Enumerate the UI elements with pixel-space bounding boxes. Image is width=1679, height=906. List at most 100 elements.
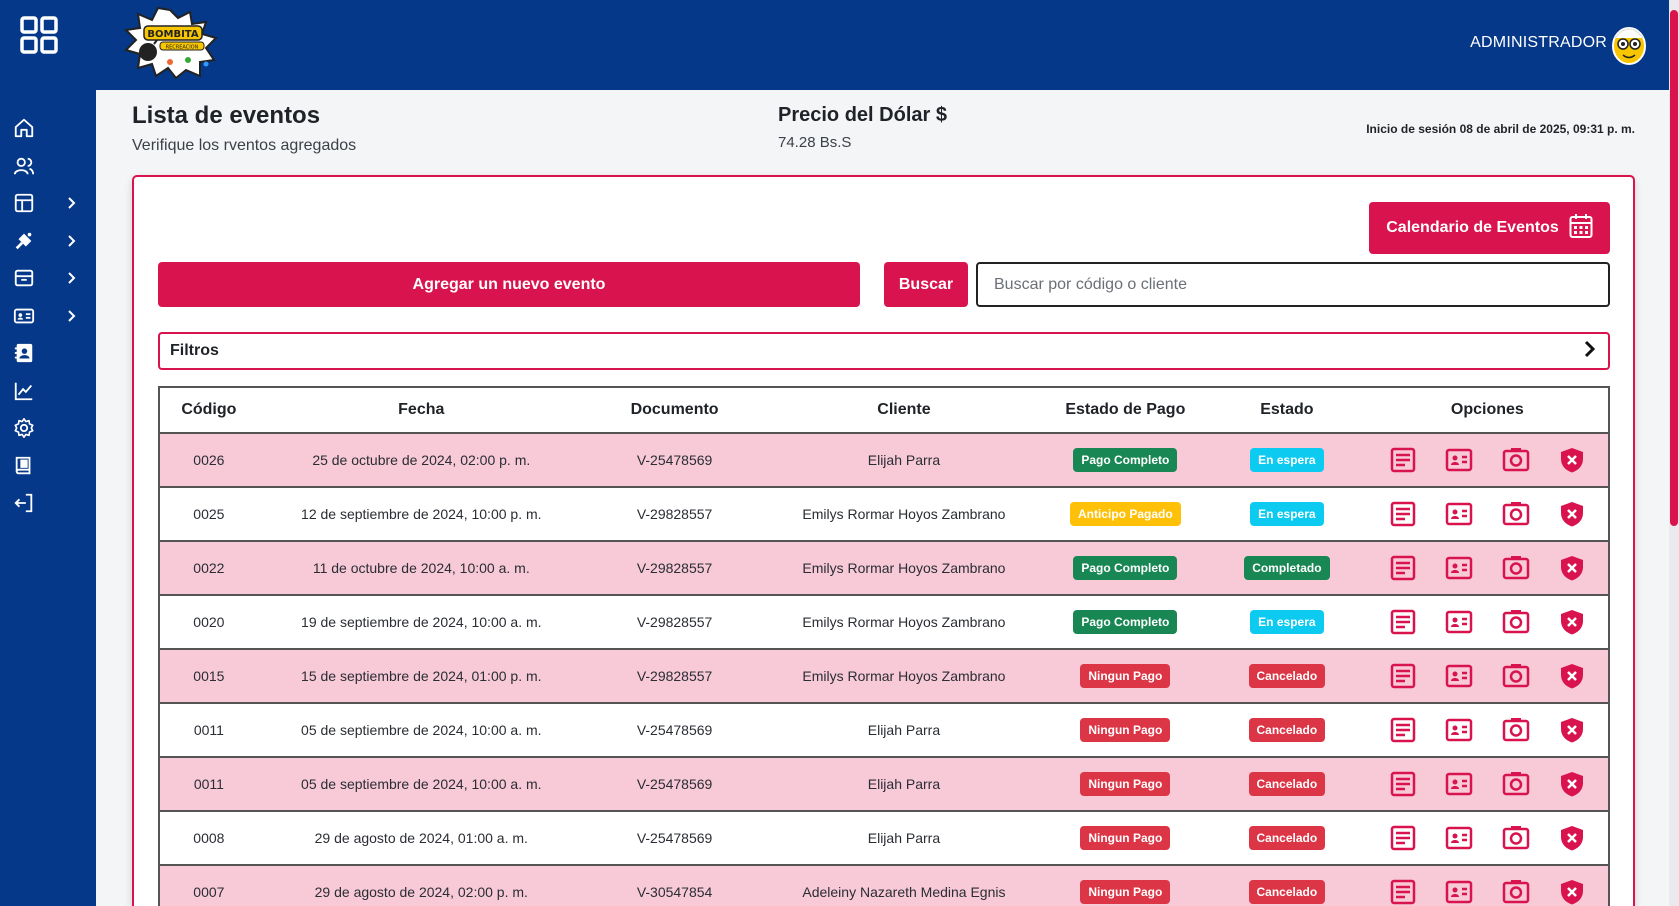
sidebar-item-chart[interactable] <box>12 376 84 406</box>
payment-status-badge: Pago Completo <box>1073 556 1178 580</box>
sidebar-item-id-card[interactable] <box>12 301 84 331</box>
search-input[interactable] <box>976 262 1610 307</box>
id-card-icon[interactable] <box>1445 554 1473 582</box>
cancel-shield-icon[interactable] <box>1558 554 1586 582</box>
cell-options <box>1367 500 1608 528</box>
cell-client: Elijah Parra <box>867 830 941 846</box>
chevron-right-icon <box>64 308 80 324</box>
id-card-icon[interactable] <box>1445 716 1473 744</box>
header-document: Documento <box>630 401 719 418</box>
status-badge: Completado <box>1244 556 1330 580</box>
cancel-shield-icon[interactable] <box>1558 716 1586 744</box>
sidebar-item-palette[interactable] <box>12 226 84 256</box>
status-badge: Cancelado <box>1248 880 1326 904</box>
id-card-icon[interactable] <box>1445 662 1473 690</box>
id-card-icon[interactable] <box>1445 500 1473 528</box>
cell-date: 25 de octubre de 2024, 02:00 p. m. <box>312 452 531 468</box>
camera-icon[interactable] <box>1502 554 1530 582</box>
id-card-icon[interactable] <box>1445 608 1473 636</box>
cell-code: 0011 <box>193 776 224 792</box>
camera-icon[interactable] <box>1502 446 1530 474</box>
id-card-icon[interactable] <box>1445 878 1473 906</box>
cancel-shield-icon[interactable] <box>1558 608 1586 636</box>
details-icon[interactable] <box>1389 554 1417 582</box>
avatar[interactable] <box>1609 20 1649 66</box>
svg-text:RECREACION: RECREACION <box>166 45 199 51</box>
cell-client: Emilys Rormar Hoyos Zambrano <box>802 560 1006 576</box>
chevron-right-icon <box>1580 340 1598 363</box>
search-button[interactable]: Buscar <box>884 262 968 307</box>
brand-logo[interactable]: BOMBITA RECREACION <box>118 6 222 80</box>
cell-client: Emilys Rormar Hoyos Zambrano <box>802 506 1006 522</box>
cancel-shield-icon[interactable] <box>1558 446 1586 474</box>
camera-icon[interactable] <box>1502 500 1530 528</box>
sidebar-item-users[interactable] <box>12 151 84 181</box>
sidebar-item-gear[interactable] <box>12 413 84 443</box>
camera-icon[interactable] <box>1502 878 1530 906</box>
header-date: Fecha <box>398 401 445 418</box>
sidebar-item-home[interactable] <box>12 113 84 143</box>
apps-grid-icon[interactable] <box>20 16 58 54</box>
sidebar-item-book[interactable] <box>12 451 84 481</box>
layout-icon <box>12 191 36 215</box>
home-icon <box>12 116 36 140</box>
cell-status: En espera <box>1207 610 1367 634</box>
cell-code: 0007 <box>193 884 225 900</box>
page-scrollbar[interactable] <box>1669 0 1679 906</box>
camera-icon[interactable] <box>1502 770 1530 798</box>
cell-payment-status: Pago Completo <box>1044 448 1208 472</box>
cancel-shield-icon[interactable] <box>1558 500 1586 528</box>
chevron-right-icon <box>64 195 80 211</box>
cell-options <box>1367 446 1608 474</box>
scrollbar-thumb[interactable] <box>1670 10 1678 526</box>
table-header: Código Fecha Documento Cliente Estado de… <box>160 388 1608 434</box>
cancel-shield-icon[interactable] <box>1558 770 1586 798</box>
cell-document: V-30547854 <box>636 884 713 900</box>
sidebar-item-archive[interactable] <box>12 263 84 293</box>
camera-icon[interactable] <box>1502 824 1530 852</box>
sidebar-item-contact[interactable] <box>12 338 84 368</box>
sidebar-item-layout[interactable] <box>12 188 84 218</box>
details-icon[interactable] <box>1389 500 1417 528</box>
dollar-price-value: 74.28 Bs.S <box>778 134 852 151</box>
table-row: 0015 15 de septiembre de 2024, 01:00 p. m… <box>160 650 1608 704</box>
camera-icon[interactable] <box>1502 608 1530 636</box>
admin-name[interactable]: ADMINISTRADOR <box>1470 34 1607 52</box>
cell-payment-status: Ningun Pago <box>1044 772 1208 796</box>
cell-status: Cancelado <box>1207 826 1367 850</box>
cell-options <box>1367 662 1608 690</box>
camera-icon[interactable] <box>1502 662 1530 690</box>
details-icon[interactable] <box>1389 824 1417 852</box>
cell-client: Adeleiny Nazareth Medina Egnis <box>802 884 1006 900</box>
status-badge: Cancelado <box>1248 826 1326 850</box>
camera-icon[interactable] <box>1502 716 1530 744</box>
add-event-button[interactable]: Agregar un nuevo evento <box>158 262 860 307</box>
cancel-shield-icon[interactable] <box>1558 824 1586 852</box>
details-icon[interactable] <box>1389 770 1417 798</box>
details-icon[interactable] <box>1389 878 1417 906</box>
id-card-icon[interactable] <box>1445 770 1473 798</box>
sidebar-item-logout[interactable] <box>12 488 84 518</box>
cancel-shield-icon[interactable] <box>1558 878 1586 906</box>
details-icon[interactable] <box>1389 716 1417 744</box>
details-icon[interactable] <box>1389 446 1417 474</box>
header-status: Estado <box>1260 401 1314 418</box>
payment-status-badge: Ningun Pago <box>1080 664 1171 688</box>
id-card-icon <box>12 304 36 328</box>
cancel-shield-icon[interactable] <box>1558 662 1586 690</box>
table-row: 0026 25 de octubre de 2024, 02:00 p. m. V-… <box>160 434 1608 488</box>
details-icon[interactable] <box>1389 608 1417 636</box>
cell-payment-status: Anticipo Pagado <box>1044 502 1208 526</box>
cell-options <box>1367 554 1608 582</box>
filters-toggle[interactable]: Filtros <box>158 332 1610 370</box>
id-card-icon[interactable] <box>1445 824 1473 852</box>
header-client: Cliente <box>877 401 931 418</box>
header-options: Opciones <box>1450 401 1524 418</box>
details-icon[interactable] <box>1389 662 1417 690</box>
top-bar: BOMBITA RECREACION ADMINISTRADOR <box>96 0 1679 90</box>
cell-document: V-25478569 <box>636 830 713 846</box>
events-card: Calendario de Eventos Agregar un nuevo e… <box>132 175 1635 906</box>
payment-status-badge: Anticipo Pagado <box>1069 502 1181 526</box>
id-card-icon[interactable] <box>1445 446 1473 474</box>
calendar-button[interactable]: Calendario de Eventos <box>1369 202 1610 254</box>
